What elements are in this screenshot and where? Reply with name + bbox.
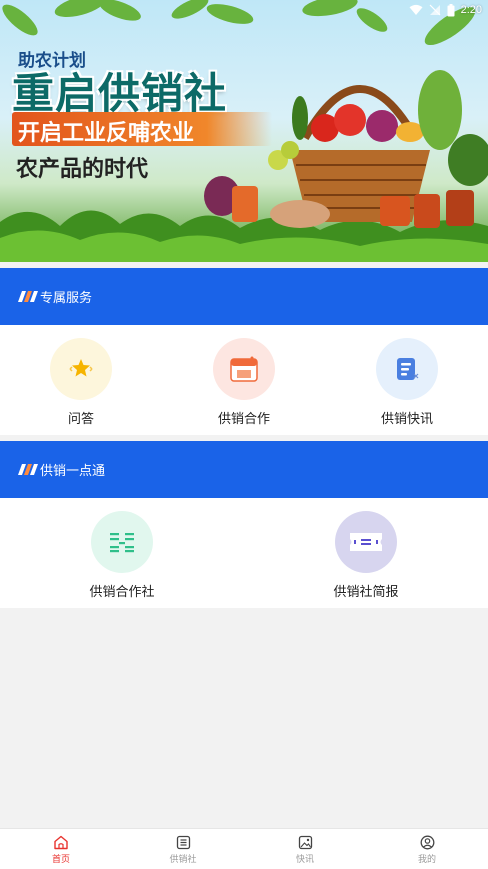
- grid-item-qa[interactable]: 问答: [50, 338, 112, 427]
- section-title: 供销一点通: [40, 464, 106, 479]
- grid-item-label: 供销合作社: [89, 585, 155, 600]
- nav-label: 我的: [417, 855, 436, 865]
- news-list-icon: [397, 358, 419, 380]
- nav-item-mine[interactable]: 我的: [366, 829, 488, 869]
- ticket-icon: [350, 533, 382, 551]
- grid-item-cooperative[interactable]: 供销合作社: [89, 511, 155, 600]
- nav-item-cooperative[interactable]: 供销社: [122, 829, 244, 869]
- nav-item-news[interactable]: 快讯: [244, 829, 366, 869]
- lines-icon: [110, 533, 134, 553]
- status-time: 2:20: [460, 4, 482, 16]
- battery-icon: [447, 3, 455, 16]
- calendar-icon: [230, 356, 258, 382]
- grid-item-news[interactable]: 供销快讯: [376, 338, 438, 427]
- grid-item-briefing[interactable]: 供销社简报: [333, 511, 399, 600]
- basket-illustration: [204, 70, 488, 228]
- banner-slogan: 开启工业反哺农业: [18, 121, 195, 146]
- exclusive-services-grid: 问答 供销合作 供销快讯: [0, 325, 488, 435]
- supply-portal-grid: 供销合作社 供销社简报: [0, 498, 488, 608]
- cooperative-icon-circle: [91, 511, 153, 573]
- news-icon-circle: [376, 338, 438, 400]
- wifi-icon: [409, 4, 423, 15]
- nav-item-home[interactable]: 首页: [0, 829, 122, 869]
- promo-banner[interactable]: 助农计划 重启供销社 开启工业反哺农业 农产品的时代: [0, 0, 488, 262]
- nav-label: 快讯: [295, 855, 314, 865]
- section-title: 专属服务: [40, 291, 93, 306]
- nav-label: 供销社: [169, 855, 197, 865]
- signal-off-icon: [429, 4, 441, 16]
- grid-item-label: 供销社简报: [333, 585, 399, 600]
- grid-item-label: 供销合作: [217, 412, 270, 427]
- banner-subtitle: 农产品的时代: [16, 157, 149, 182]
- grid-item-label: 供销快讯: [380, 412, 433, 427]
- status-bar: 2:20: [0, 0, 488, 20]
- grid-item-label: 问答: [67, 412, 94, 427]
- user-icon: [420, 835, 434, 850]
- section-logo-icon: [17, 291, 39, 302]
- section-logo-icon: [17, 464, 39, 475]
- image-icon: [298, 835, 312, 850]
- nav-label: 首页: [51, 855, 70, 865]
- section-header-supply-portal: 供销一点通: [0, 441, 488, 498]
- qa-icon-circle: [50, 338, 112, 400]
- grid-item-cooperation[interactable]: 供销合作: [213, 338, 275, 427]
- home-icon: [54, 835, 68, 850]
- list-icon: [176, 835, 190, 850]
- cooperation-icon-circle: [213, 338, 275, 400]
- bottom-nav: 首页 供销社 快讯 我的: [0, 828, 488, 869]
- star-badge-icon: [69, 359, 93, 377]
- briefing-icon-circle: [335, 511, 397, 573]
- section-header-exclusive-services: 专属服务: [0, 268, 488, 325]
